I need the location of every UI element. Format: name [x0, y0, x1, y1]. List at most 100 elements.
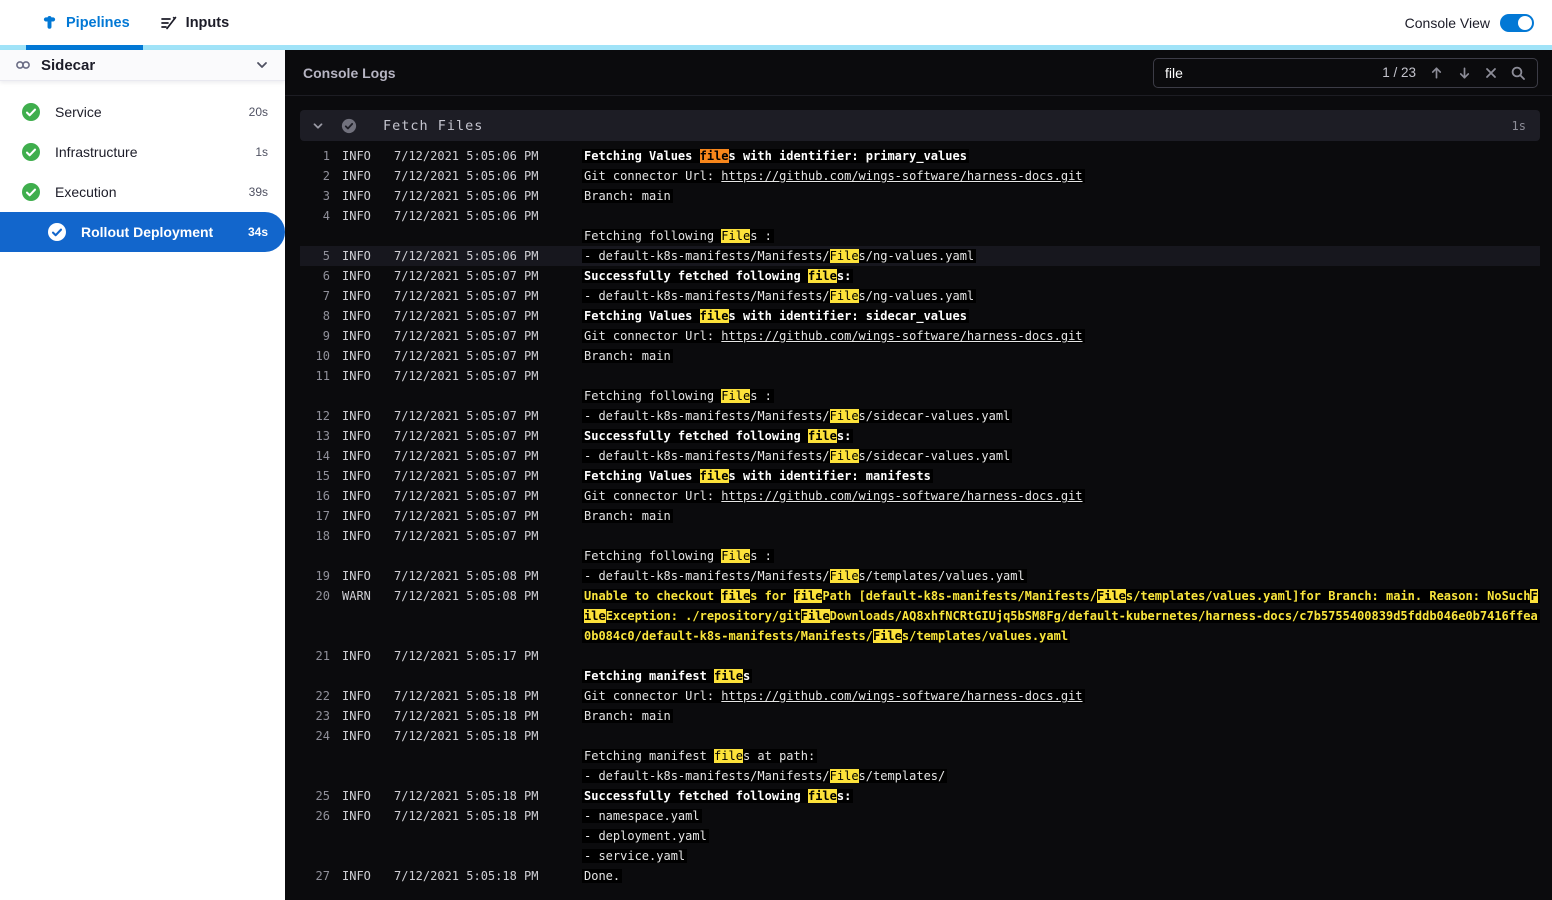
log-row[interactable]: ileException: ./repository/gitFileDownlo…	[300, 606, 1540, 626]
previous-match-icon[interactable]	[1429, 65, 1444, 81]
line-number: 6	[322, 269, 330, 283]
sidebar-step-service[interactable]: Service 20s	[0, 92, 285, 132]
log-row[interactable]: - service.yaml	[300, 846, 1540, 866]
log-row[interactable]: 22 INFO 7/12/2021 5:05:18 PM Git connector …	[300, 686, 1540, 706]
log-row[interactable]: 2 INFO 7/12/2021 5:05:06 PM Git connector U…	[300, 166, 1540, 186]
log-timestamp: 7/12/2021 5:05:06 PM	[394, 149, 539, 163]
log-row[interactable]: 4 INFO 7/12/2021 5:05:06 PM	[300, 206, 1540, 226]
console-view-toggle[interactable]	[1500, 13, 1534, 32]
log-row[interactable]: 13 INFO 7/12/2021 5:05:07 PM Successfully f…	[300, 426, 1540, 446]
log-timestamp: 7/12/2021 5:05:07 PM	[394, 469, 539, 483]
log-row[interactable]: 25 INFO 7/12/2021 5:05:18 PM Successfully f…	[300, 786, 1540, 806]
log-row[interactable]: 8 INFO 7/12/2021 5:05:07 PM Fetching Values…	[300, 306, 1540, 326]
log-row[interactable]: Fetching following Files :	[300, 386, 1540, 406]
log-link[interactable]: https://github.com/wings-software/harnes…	[721, 689, 1082, 703]
log-message: Fetching manifest files	[582, 669, 753, 683]
line-number: 17	[315, 509, 330, 523]
log-row[interactable]: 9 INFO 7/12/2021 5:05:07 PM Git connector U…	[300, 326, 1540, 346]
log-timestamp: 7/12/2021 5:05:08 PM	[394, 589, 539, 603]
line-number	[300, 846, 330, 866]
log-row[interactable]: 23 INFO 7/12/2021 5:05:18 PM Branch: main	[300, 706, 1540, 726]
sidebar-steps: Service 20s Infrastructure 1s Execution 39s Ro…	[0, 81, 285, 252]
log-row[interactable]: 21 INFO 7/12/2021 5:05:17 PM	[300, 646, 1540, 666]
log-row[interactable]: Fetching manifest files at path:	[300, 746, 1540, 766]
log-row[interactable]: 11 INFO 7/12/2021 5:05:07 PM	[300, 366, 1540, 386]
inputs-icon	[160, 15, 177, 30]
log-level: INFO	[342, 489, 371, 503]
line-number: 12	[315, 409, 330, 423]
line-number	[300, 766, 330, 786]
log-row[interactable]: 15 INFO 7/12/2021 5:05:07 PM Fetching Value…	[300, 466, 1540, 486]
log-level: INFO	[342, 329, 371, 343]
log-row[interactable]: 1 INFO 7/12/2021 5:05:06 PM Fetching Values…	[300, 146, 1540, 166]
log-row[interactable]: 7 INFO 7/12/2021 5:05:07 PM - default-k8s-m…	[300, 286, 1540, 306]
stage-header[interactable]: Sidecar	[0, 50, 285, 81]
log-message: - default-k8s-manifests/Manifests/Files/…	[582, 449, 1013, 463]
line-number: 13	[315, 429, 330, 443]
log-link[interactable]: https://github.com/wings-software/harnes…	[721, 169, 1082, 183]
sidebar-step-rollout-deployment[interactable]: Rollout Deployment 34s	[0, 212, 285, 252]
log-level	[342, 826, 382, 846]
log-message	[582, 526, 1540, 546]
sidebar-step-execution[interactable]: Execution 39s	[0, 172, 285, 212]
search-icon[interactable]	[1510, 65, 1526, 81]
line-number: 22	[315, 689, 330, 703]
log-message: Fetching manifest files at path:	[582, 749, 818, 763]
log-timestamp	[394, 226, 570, 246]
log-row[interactable]: 14 INFO 7/12/2021 5:05:07 PM - default-k8s-…	[300, 446, 1540, 466]
step-duration: 1s	[255, 145, 268, 159]
chevron-down-icon[interactable]	[254, 57, 270, 73]
log-row[interactable]: - deployment.yaml	[300, 826, 1540, 846]
close-search-icon[interactable]	[1485, 67, 1497, 79]
log-row[interactable]: 3 INFO 7/12/2021 5:05:06 PM Branch: main	[300, 186, 1540, 206]
log-timestamp: 7/12/2021 5:05:17 PM	[394, 649, 539, 663]
collapse-chevron-icon[interactable]	[311, 119, 325, 133]
log-row[interactable]: 20 WARN 7/12/2021 5:05:08 PM Unable to chec…	[300, 586, 1540, 606]
sidebar-step-infrastructure[interactable]: Infrastructure 1s	[0, 132, 285, 172]
log-timestamp	[394, 626, 570, 646]
log-row[interactable]: 16 INFO 7/12/2021 5:05:07 PM Git connector …	[300, 486, 1540, 506]
log-message: Branch: main	[582, 509, 673, 523]
next-match-icon[interactable]	[1457, 65, 1472, 81]
line-number: 9	[322, 329, 330, 343]
tab-inputs[interactable]: Inputs	[145, 0, 245, 45]
log-row[interactable]: 26 INFO 7/12/2021 5:05:18 PM - namespace.ya…	[300, 806, 1540, 826]
log-row[interactable]: 18 INFO 7/12/2021 5:05:07 PM	[300, 526, 1540, 546]
step-duration: 20s	[248, 105, 268, 119]
log-row[interactable]: 17 INFO 7/12/2021 5:05:07 PM Branch: main	[300, 506, 1540, 526]
log-row[interactable]: 12 INFO 7/12/2021 5:05:07 PM - default-k8s-…	[300, 406, 1540, 426]
log-message: - default-k8s-manifests/Manifests/Files/…	[582, 769, 948, 783]
log-row[interactable]: 5 INFO 7/12/2021 5:05:06 PM - default-k8s-m…	[300, 246, 1540, 266]
log-row[interactable]: Fetching following Files :	[300, 226, 1540, 246]
log-timestamp: 7/12/2021 5:05:07 PM	[394, 309, 539, 323]
log-row[interactable]: 0b084c0/default-k8s-manifests/Manifests/…	[300, 626, 1540, 646]
log-lines: 1 INFO 7/12/2021 5:05:06 PM Fetching Values…	[300, 141, 1540, 886]
log-timestamp: 7/12/2021 5:05:07 PM	[394, 329, 539, 343]
log-row[interactable]: 10 INFO 7/12/2021 5:05:07 PM Branch: main	[300, 346, 1540, 366]
log-row[interactable]: - default-k8s-manifests/Manifests/Files/…	[300, 766, 1540, 786]
log-row[interactable]: 19 INFO 7/12/2021 5:05:08 PM - default-k8s-…	[300, 566, 1540, 586]
log-row[interactable]: Fetching following Files :	[300, 546, 1540, 566]
stage-name: Sidecar	[41, 56, 96, 74]
search-input[interactable]	[1165, 64, 1370, 81]
log-row[interactable]: 27 INFO 7/12/2021 5:05:18 PM Done.	[300, 866, 1540, 886]
log-section-header[interactable]: Fetch Files 1s	[300, 110, 1540, 141]
log-timestamp: 7/12/2021 5:05:18 PM	[394, 729, 539, 743]
log-timestamp: 7/12/2021 5:05:18 PM	[394, 689, 539, 703]
log-row[interactable]: Fetching manifest files	[300, 666, 1540, 686]
log-level	[342, 386, 382, 406]
log-level: INFO	[342, 449, 371, 463]
tab-pipelines[interactable]: Pipelines	[27, 0, 145, 45]
log-row[interactable]: 6 INFO 7/12/2021 5:05:07 PM Successfully fe…	[300, 266, 1540, 286]
log-timestamp: 7/12/2021 5:05:18 PM	[394, 809, 539, 823]
section-title: Fetch Files	[383, 117, 484, 134]
log-link[interactable]: https://github.com/wings-software/harnes…	[721, 489, 1082, 503]
log-link[interactable]: https://github.com/wings-software/harnes…	[721, 329, 1082, 343]
line-number	[300, 226, 330, 246]
log-message: Successfully fetched following files:	[582, 429, 854, 443]
log-row[interactable]: 24 INFO 7/12/2021 5:05:18 PM	[300, 726, 1540, 746]
step-label: Infrastructure	[55, 144, 138, 160]
line-number: 2	[322, 169, 330, 183]
log-message: Fetching following Files :	[582, 549, 774, 563]
log-message: Fetching Values files with identifier: p…	[582, 149, 969, 163]
